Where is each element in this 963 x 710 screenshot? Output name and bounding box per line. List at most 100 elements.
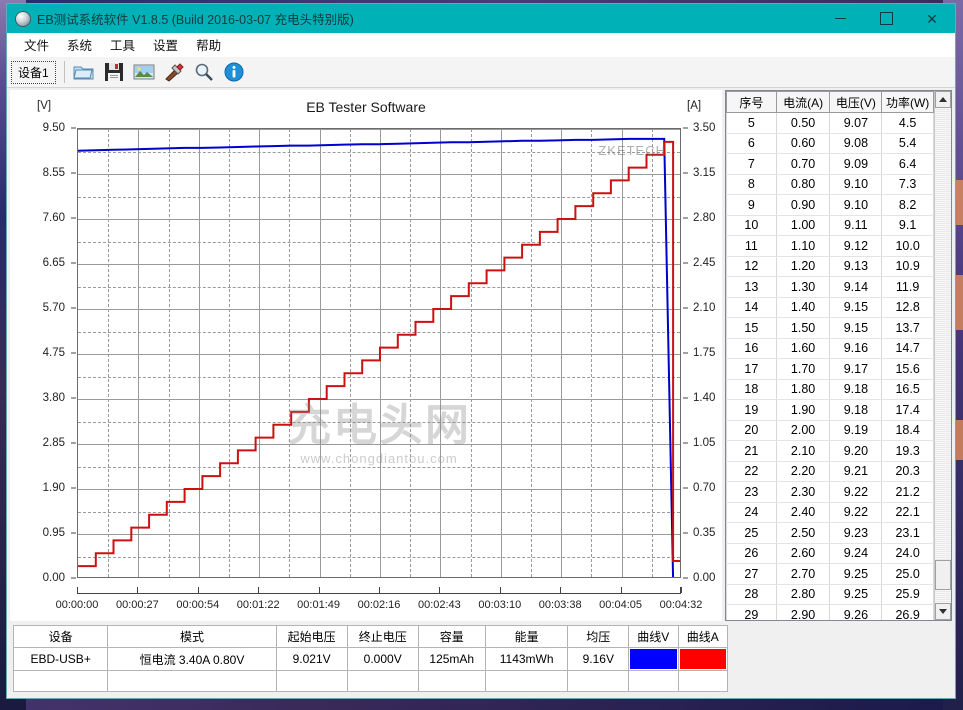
axis-tick-label: 4.75 — [42, 347, 65, 359]
axis-tick-label: 9.50 — [42, 122, 65, 134]
axis-tick-mark — [71, 217, 76, 219]
table-row[interactable]: 9 0.90 9.10 8.2 — [726, 194, 934, 216]
axis-tick-label: 2.10 — [693, 302, 716, 314]
axis-tick-mark — [683, 532, 688, 534]
table-scrollbar[interactable] — [934, 91, 951, 620]
cell-current: 1.60 — [775, 338, 831, 359]
cell-power: 10.9 — [881, 256, 934, 277]
zketech-watermark: ZKETECH — [598, 143, 666, 158]
axis-tick-label: 0.95 — [42, 527, 65, 539]
scrollbar-track[interactable] — [935, 108, 951, 603]
table-row[interactable]: 16 1.60 9.16 14.7 — [726, 338, 934, 359]
image-export-button[interactable] — [129, 59, 159, 86]
menu-item-help[interactable]: 帮助 — [187, 33, 230, 56]
table-row[interactable]: 10 1.00 9.11 9.1 — [726, 215, 934, 236]
cell-voltage: 9.14 — [829, 276, 883, 298]
scroll-up-button[interactable] — [935, 91, 951, 108]
table-row[interactable]: 8 0.80 9.10 7.3 — [726, 174, 934, 195]
x-axis-tick-mark — [620, 587, 622, 593]
axis-tick-label: 8.55 — [42, 167, 65, 179]
menu-item-system[interactable]: 系统 — [58, 33, 101, 56]
x-axis-tick-label: 00:00:54 — [176, 599, 220, 611]
cell-current: 2.40 — [775, 502, 831, 523]
table-row[interactable]: 25 2.50 9.23 23.1 — [726, 522, 934, 544]
cell-current: 2.00 — [775, 420, 831, 441]
minimize-button[interactable] — [817, 4, 863, 33]
curve-v-color-swatch[interactable] — [630, 649, 677, 669]
cell-current: 1.30 — [775, 276, 831, 298]
col-header-power[interactable]: 功率(W) — [881, 91, 934, 113]
axis-tick-label: 6.65 — [42, 257, 65, 269]
cell-no: 16 — [726, 338, 777, 359]
table-row[interactable]: 11 1.10 9.12 10.0 — [726, 235, 934, 257]
close-button[interactable]: ✕ — [909, 4, 955, 33]
axis-tick-mark — [71, 262, 76, 264]
plot-area[interactable]: ZKETECH 充电头网 www.chongdiantou.com — [77, 128, 681, 578]
table-row[interactable]: 12 1.20 9.13 10.9 — [726, 256, 934, 277]
menu-item-settings[interactable]: 设置 — [144, 33, 187, 56]
table-row[interactable]: 15 1.50 9.15 13.7 — [726, 317, 934, 339]
status-empty-row — [12, 670, 729, 692]
scrollbar-thumb[interactable] — [935, 560, 951, 590]
cell-power: 15.6 — [881, 358, 934, 380]
table-row[interactable]: 26 2.60 9.24 24.0 — [726, 543, 934, 564]
status-col-curve-v: 曲线V — [628, 625, 679, 648]
table-row[interactable]: 23 2.30 9.22 21.2 — [726, 481, 934, 503]
table-row[interactable]: 5 0.50 9.07 4.5 — [726, 112, 934, 134]
cell-current: 2.50 — [775, 522, 831, 544]
table-row[interactable]: 6 0.60 9.08 5.4 — [726, 133, 934, 154]
cell-voltage: 9.15 — [829, 297, 883, 318]
open-folder-button[interactable] — [69, 59, 99, 86]
device-tab-1[interactable]: 设备1 — [11, 60, 56, 84]
info-button[interactable] — [219, 59, 249, 86]
x-axis-tick-label: 00:01:22 — [236, 599, 280, 611]
cell-power: 8.2 — [881, 194, 934, 216]
toolbar: 设备1 — [7, 57, 955, 88]
table-row[interactable]: 28 2.80 9.25 25.9 — [726, 584, 934, 605]
save-button[interactable] — [99, 59, 129, 86]
window-title: EB测试系统软件 V1.8.5 (Build 2016-03-07 充电头特别版… — [37, 13, 354, 27]
x-axis-tick-mark — [137, 587, 139, 593]
table-row[interactable]: 19 1.90 9.18 17.4 — [726, 399, 934, 421]
cell-no: 13 — [726, 276, 777, 298]
menu-item-file[interactable]: 文件 — [15, 33, 58, 56]
cell-no: 12 — [726, 256, 777, 277]
table-row[interactable]: 7 0.70 9.09 6.4 — [726, 153, 934, 175]
cell-current: 2.70 — [775, 563, 831, 585]
table-row[interactable]: 21 2.10 9.20 19.3 — [726, 440, 934, 462]
settings-tools-button[interactable] — [159, 59, 189, 86]
maximize-button[interactable] — [863, 4, 909, 33]
curve-a-color-swatch[interactable] — [679, 649, 726, 669]
col-header-current[interactable]: 电流(A) — [775, 91, 831, 113]
cell-power: 17.4 — [881, 399, 934, 421]
table-row[interactable]: 17 1.70 9.17 15.6 — [726, 358, 934, 380]
zoom-search-button[interactable] — [189, 59, 219, 86]
status-table: 设备 模式 起始电压 终止电压 容量 能量 均压 曲线V 曲线A EBD-USB… — [12, 625, 729, 692]
table-row[interactable]: 14 1.40 9.15 12.8 — [726, 297, 934, 318]
col-header-voltage[interactable]: 电压(V) — [829, 91, 883, 113]
table-row[interactable]: 27 2.70 9.25 25.0 — [726, 563, 934, 585]
info-icon — [224, 62, 244, 82]
axis-tick-mark — [683, 127, 688, 129]
table-row[interactable]: 18 1.80 9.18 16.5 — [726, 379, 934, 400]
status-col-curve-a: 曲线A — [677, 625, 729, 648]
table-row[interactable]: 13 1.30 9.14 11.9 — [726, 276, 934, 298]
status-empty-cell-7 — [567, 670, 630, 692]
cell-current: 2.60 — [775, 543, 831, 564]
menu-item-tools[interactable]: 工具 — [101, 33, 144, 56]
status-empty-cell-9 — [677, 670, 729, 692]
cell-voltage: 9.25 — [829, 563, 883, 585]
scroll-down-button[interactable] — [935, 603, 951, 620]
table-row[interactable]: 24 2.40 9.22 22.1 — [726, 502, 934, 523]
axis-tick-mark — [683, 397, 688, 399]
col-header-no[interactable]: 序号 — [726, 91, 777, 113]
axis-tick-mark — [71, 397, 76, 399]
image-icon — [133, 64, 155, 80]
x-axis-tick-label: 00:02:43 — [417, 599, 461, 611]
table-row[interactable]: 22 2.20 9.21 20.3 — [726, 461, 934, 482]
axis-tick-label: 3.15 — [693, 167, 716, 179]
table-row[interactable]: 20 2.00 9.19 18.4 — [726, 420, 934, 441]
cell-power: 25.0 — [881, 563, 934, 585]
cell-no: 7 — [726, 153, 777, 175]
table-row[interactable]: 29 2.90 9.26 26.9 — [726, 604, 934, 620]
